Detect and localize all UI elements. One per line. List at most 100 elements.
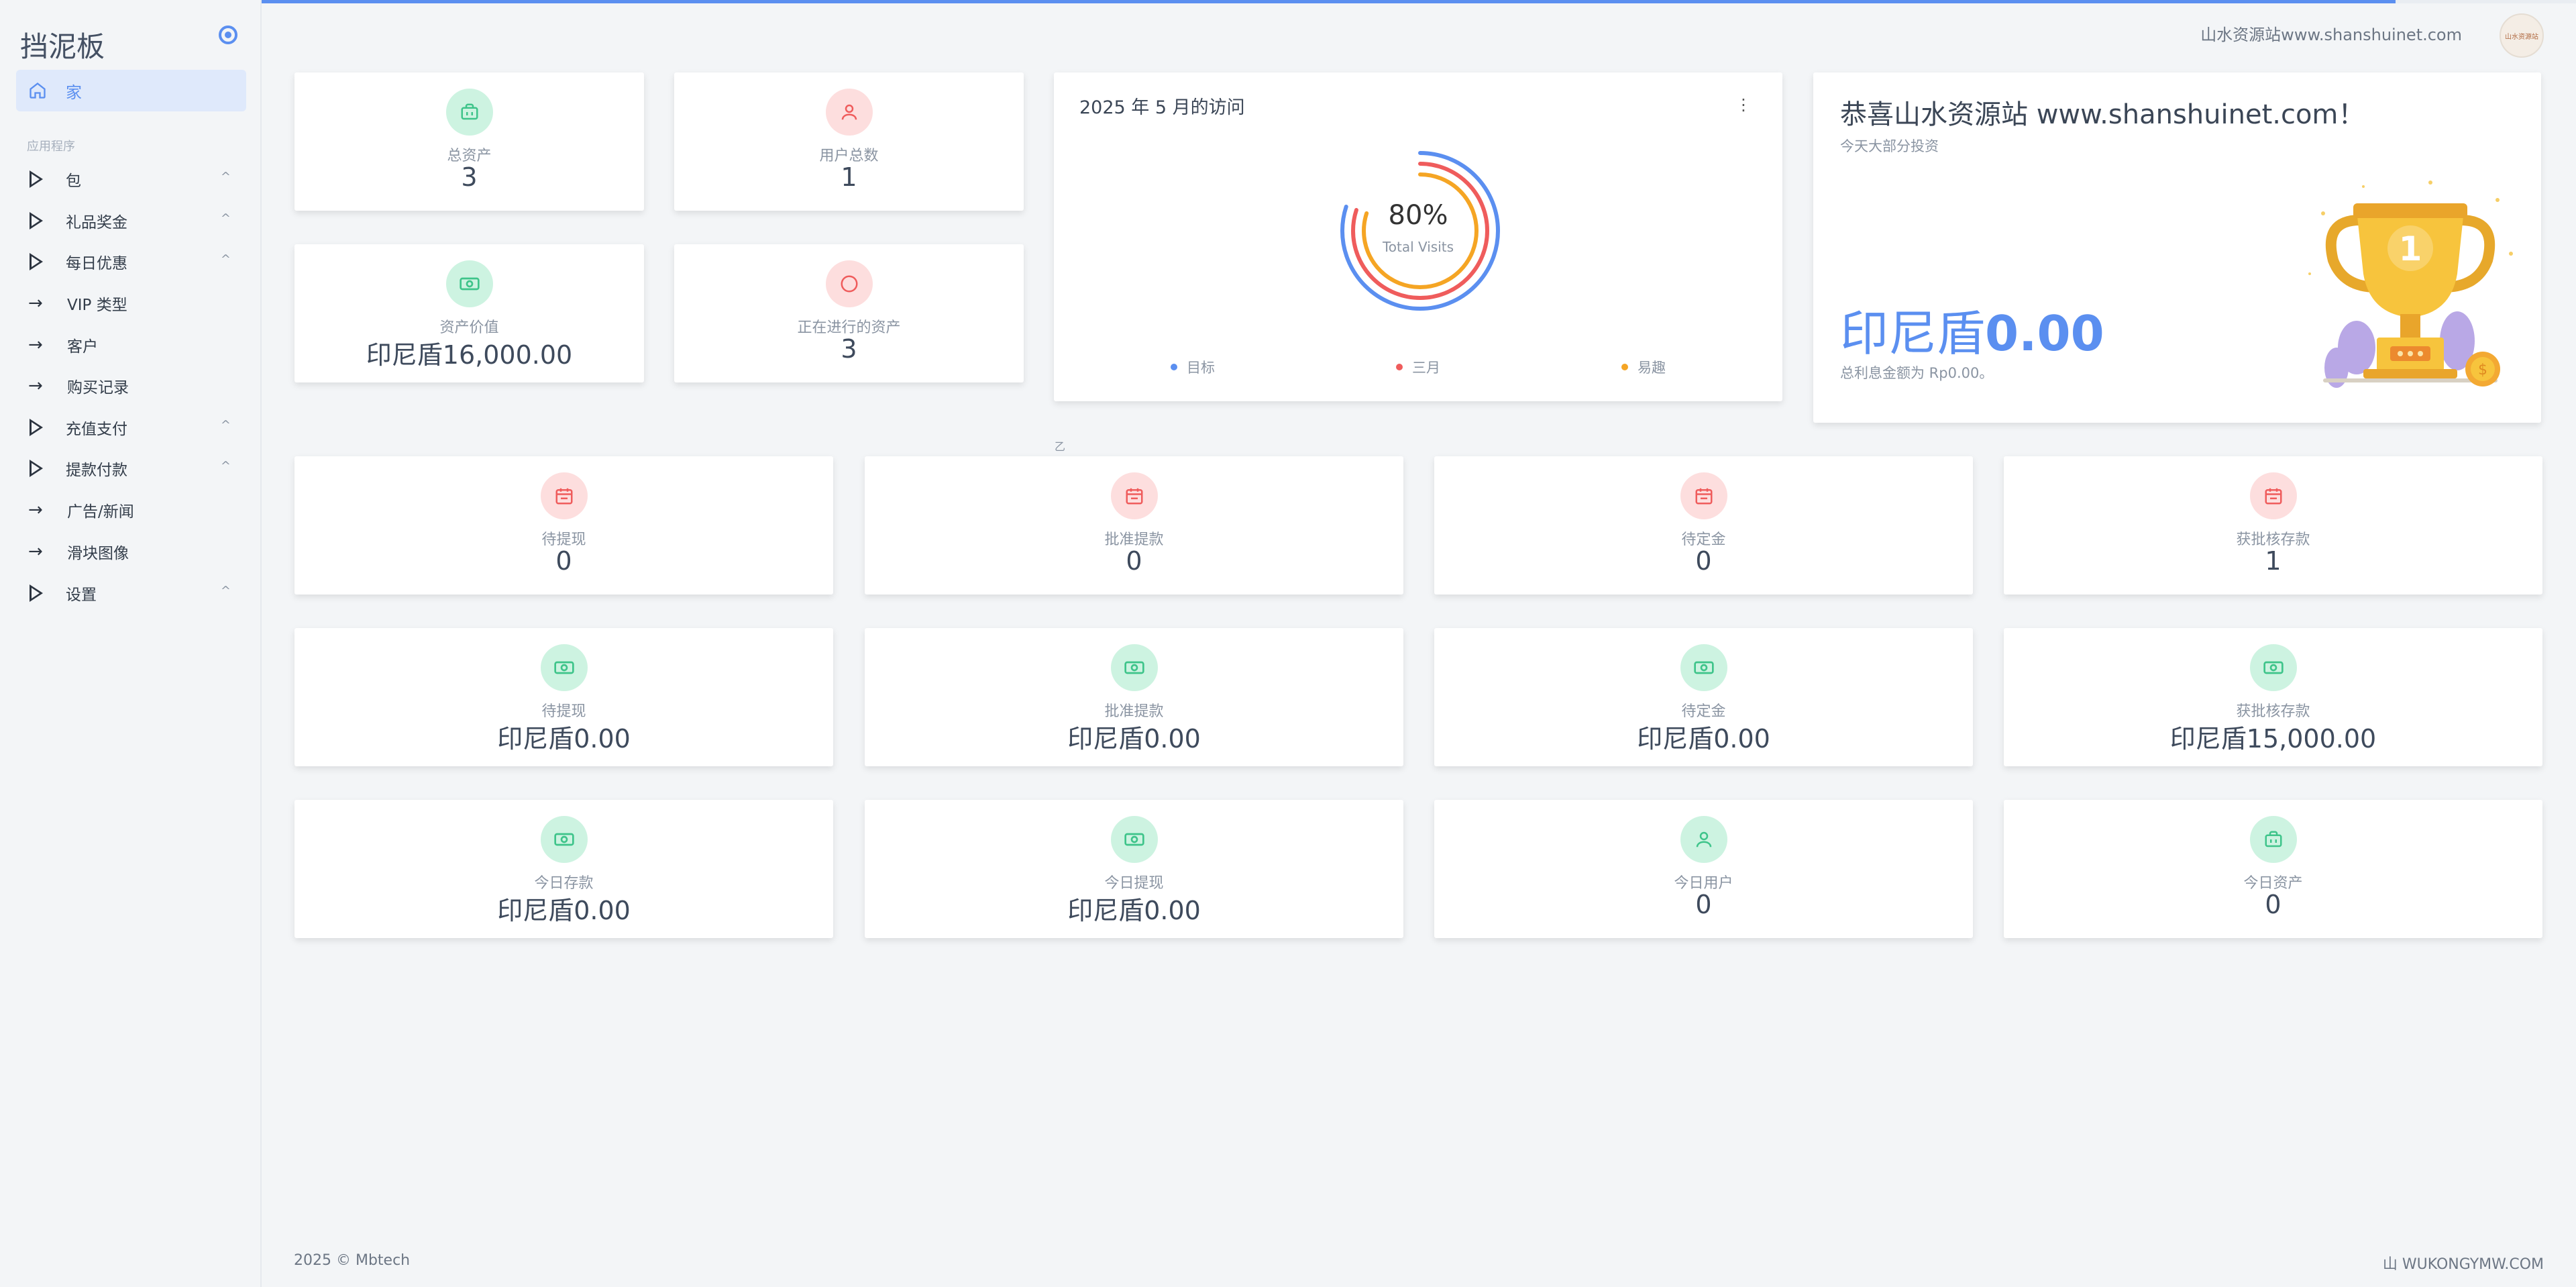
top-progress-fill [0, 0, 2396, 3]
sidebar-item[interactable]: → VIP 类型 [27, 290, 241, 317]
arrow-right-icon: → [28, 542, 43, 562]
stat-value: 3 [841, 334, 857, 364]
money-icon [2249, 644, 2297, 691]
stat-card: 用户总数 1 [674, 72, 1024, 211]
sidebar-item[interactable]: 包 ^ [27, 166, 241, 193]
chevron-up-icon: ^ [220, 170, 231, 184]
stat-card: 待提现 0 [294, 456, 833, 595]
calendar-icon [540, 472, 588, 519]
stat-card: 批准提款 0 [865, 456, 1403, 595]
money-icon [1110, 816, 1158, 863]
stat-value: 1 [841, 162, 857, 192]
avatar[interactable]: 山水资源站 [2500, 13, 2544, 58]
sidebar-item-label: 家 [66, 83, 82, 102]
sidebar: 挡泥板 家 应用程序 包 ^ 礼品奖金 ^ 每日优惠 ^ → VIP 类型 → 客户 → 购买记录 充值… [0, 0, 262, 1287]
stat-value: 0 [1695, 546, 1712, 576]
calendar-icon [1110, 472, 1158, 519]
trophy-illustration: $ 1 [2308, 181, 2513, 388]
stray-glyph: 乙 [1055, 440, 1066, 453]
chevron-up-icon: ^ [220, 459, 231, 473]
sidebar-item[interactable]: → 滑块图像 [27, 538, 241, 565]
legend-item-ebay: 易趣 [1621, 357, 1666, 377]
user-icon [1680, 816, 1727, 863]
congrats-amount: 印尼盾0.00 [1840, 294, 2104, 364]
sidebar-item-home[interactable]: 家 [16, 70, 246, 111]
sidebar-item[interactable]: 每日优惠 ^ [27, 248, 241, 275]
legend-dot [1621, 364, 1628, 370]
stat-value: 印尼盾0.00 [497, 896, 631, 925]
stat-card: 资产价值 印尼盾16,000.00 [294, 244, 644, 382]
amount-value: 0.00 [1985, 305, 2104, 362]
legend-label: 易趣 [1638, 360, 1666, 376]
stat-value: 印尼盾15,000.00 [2169, 724, 2377, 754]
play-triangle-icon [30, 460, 43, 477]
stat-value: 1 [2265, 546, 2282, 576]
footer-link[interactable]: 山 WUKONGYMW.COM [2383, 1252, 2544, 1274]
congrats-title: 恭喜山水资源站 www.shanshuinet.com！ [1840, 99, 2365, 130]
sidebar-item-label: 提款付款 [66, 462, 127, 479]
toggle-dot-icon [225, 32, 231, 38]
arrow-right-icon: → [28, 500, 43, 520]
sidebar-toggle-button[interactable] [219, 25, 237, 44]
visits-radial-chart [1340, 151, 1500, 311]
stat-card: 今日资产 0 [2004, 800, 2542, 938]
play-triangle-icon [30, 170, 43, 188]
stat-value: 印尼盾16,000.00 [366, 340, 573, 370]
play-triangle-icon [30, 253, 43, 270]
legend-item-target: 目标 [1171, 357, 1215, 377]
sidebar-item[interactable]: 礼品奖金 ^ [27, 207, 241, 234]
user-icon [825, 89, 873, 136]
money-icon [1680, 644, 1727, 691]
section-title: 应用程序 [27, 140, 75, 154]
legend-label: 目标 [1187, 360, 1215, 376]
stat-card: 正在进行的资产 3 [674, 244, 1024, 382]
sidebar-item-label: 每日优惠 [66, 255, 127, 272]
stat-card: 今日提现 印尼盾0.00 [865, 800, 1403, 938]
stat-card: 总资产 3 [294, 72, 644, 211]
sidebar-item-label: VIP 类型 [67, 297, 127, 314]
congrats-note: 总利息金额为 Rp0.00。 [1840, 365, 1994, 381]
sidebar-item-label: 滑块图像 [67, 545, 129, 562]
arrow-right-icon: → [28, 376, 43, 396]
sidebar-item[interactable]: → 客户 [27, 331, 241, 358]
stat-card: 获批核存款 印尼盾15,000.00 [2004, 628, 2542, 766]
avatar-text: 山水资源站 [2505, 33, 2538, 41]
stat-value: 3 [461, 162, 478, 192]
sidebar-item-label: 购买记录 [67, 379, 129, 397]
money-icon [540, 816, 588, 863]
play-triangle-icon [30, 419, 43, 436]
stat-card: 批准提款 印尼盾0.00 [865, 628, 1403, 766]
svg-text:$: $ [2478, 362, 2487, 378]
chevron-up-icon: ^ [220, 252, 231, 266]
trophy-number: 1 [2399, 229, 2422, 268]
briefcase-icon [445, 89, 493, 136]
sidebar-item[interactable]: 提款付款 ^ [27, 455, 241, 482]
sidebar-item-label: 设置 [66, 586, 97, 604]
sidebar-item-label: 客户 [67, 338, 98, 356]
stat-card: 待定金 印尼盾0.00 [1434, 628, 1973, 766]
stat-value: 印尼盾0.00 [1067, 896, 1201, 925]
stat-value: 0 [1695, 890, 1712, 919]
visits-title: 2025 年 5 月的访问 [1079, 97, 1245, 118]
money-icon [1110, 644, 1158, 691]
calendar-icon [2249, 472, 2297, 519]
sidebar-item[interactable]: 充值支付 ^ [27, 414, 241, 441]
congrats-subtitle: 今天大部分投资 [1840, 138, 1939, 154]
brand-title: 挡泥板 [20, 30, 105, 63]
legend-label: 三月 [1412, 360, 1440, 376]
sidebar-item[interactable]: → 广告/新闻 [27, 497, 241, 523]
sidebar-item[interactable]: → 购买记录 [27, 372, 241, 399]
amount-prefix: 印尼盾 [1840, 305, 1986, 362]
sidebar-item-label: 广告/新闻 [67, 503, 134, 521]
more-vertical-icon[interactable]: ⋮ [1735, 95, 1752, 114]
legend-dot [1171, 364, 1177, 370]
sidebar-item-label: 充值支付 [66, 421, 127, 438]
arrow-right-icon: → [28, 335, 43, 355]
sidebar-item[interactable]: 设置 ^ [27, 580, 241, 607]
stat-value: 印尼盾0.00 [1067, 724, 1201, 754]
stat-value: 0 [1126, 546, 1142, 576]
chevron-up-icon: ^ [220, 418, 231, 432]
ring-arc [1351, 162, 1489, 300]
play-triangle-icon [30, 584, 43, 602]
money-icon [540, 644, 588, 691]
